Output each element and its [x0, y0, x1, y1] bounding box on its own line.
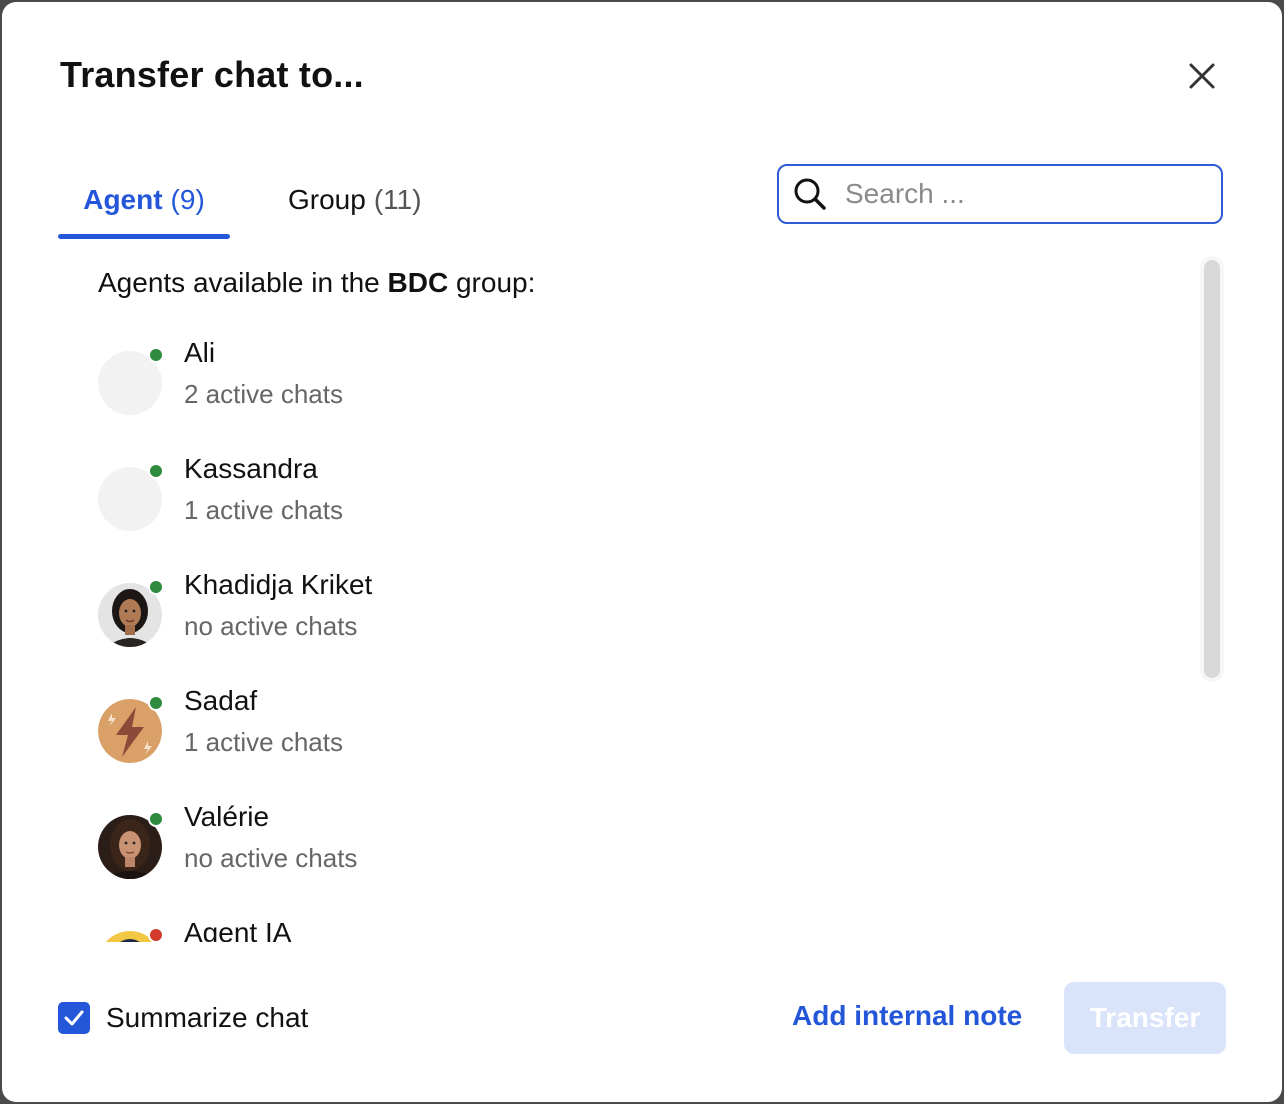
agent-active-chats: no active chats — [184, 843, 358, 873]
agent-name: Valérie — [184, 801, 270, 832]
summarize-chat-toggle[interactable]: Summarize chat — [58, 1002, 308, 1034]
agent-item-ali[interactable]: Ali 2 active chats — [98, 337, 698, 447]
agent-active-chats: 2 active chats — [184, 379, 343, 409]
search-input[interactable] — [843, 177, 1207, 211]
agent-item-valerie[interactable]: Valérie no active chats — [98, 801, 698, 911]
agent-active-chats: 1 active chats — [184, 727, 343, 757]
list-heading-suffix: group: — [455, 267, 536, 298]
agent-item-kassandra[interactable]: Kassandra 1 active chats — [98, 453, 698, 563]
tab-agent[interactable]: Agent (9) — [58, 162, 230, 238]
tab-group[interactable]: Group (11) — [288, 162, 422, 238]
checkmark-icon — [64, 1010, 84, 1026]
tab-group-count: (11) — [373, 184, 422, 215]
agent-name: Sadaf — [184, 685, 258, 716]
close-icon — [1189, 63, 1215, 89]
agent-name: Agent IA — [184, 917, 292, 942]
online-status-dot — [148, 463, 164, 479]
dialog-title: Transfer chat to... — [60, 54, 364, 95]
agent-name: Ali — [184, 337, 216, 368]
online-status-dot — [148, 811, 164, 827]
summarize-label: Summarize chat — [106, 1002, 309, 1033]
active-tab-indicator — [58, 234, 230, 239]
agent-item-sadaf[interactable]: Sadaf 1 active chats — [98, 685, 698, 795]
transfer-button[interactable]: Transfer — [1064, 982, 1226, 1054]
search-box[interactable] — [777, 164, 1223, 224]
tab-group-label: Group — [288, 184, 366, 215]
scrollbar-thumb[interactable] — [1204, 260, 1220, 678]
list-heading-group: BDC — [387, 267, 449, 298]
summarize-checkbox[interactable] — [58, 1002, 90, 1034]
close-button[interactable] — [1182, 56, 1222, 96]
search-icon — [794, 178, 826, 210]
agent-active-chats: 1 active chats — [184, 495, 343, 525]
online-status-dot — [148, 695, 164, 711]
list-heading-prefix: Agents available in the — [98, 267, 380, 298]
agent-active-chats: no active chats — [184, 611, 358, 641]
agent-item-khadidja-kriket[interactable]: Khadidja Kriket no active chats — [98, 569, 698, 679]
agent-list: Agents available in the BDC group: Ali 2… — [2, 257, 1282, 942]
agent-name: Khadidja Kriket — [184, 569, 373, 600]
online-status-dot — [148, 579, 164, 595]
online-status-dot — [148, 347, 164, 363]
tab-agent-count: (9) — [170, 184, 205, 215]
offline-status-dot — [148, 927, 164, 942]
transfer-chat-dialog: Transfer chat to... Agent (9) Group (11)… — [2, 2, 1282, 1102]
list-heading: Agents available in the BDC group: — [98, 267, 535, 299]
tab-agent-label: Agent — [83, 184, 163, 215]
add-internal-note-link[interactable]: Add internal note — [792, 1000, 1022, 1032]
agent-item-agent-ia[interactable]: Agent IA — [98, 917, 698, 942]
agent-name: Kassandra — [184, 453, 318, 484]
list-scrollbar[interactable] — [1200, 256, 1224, 682]
